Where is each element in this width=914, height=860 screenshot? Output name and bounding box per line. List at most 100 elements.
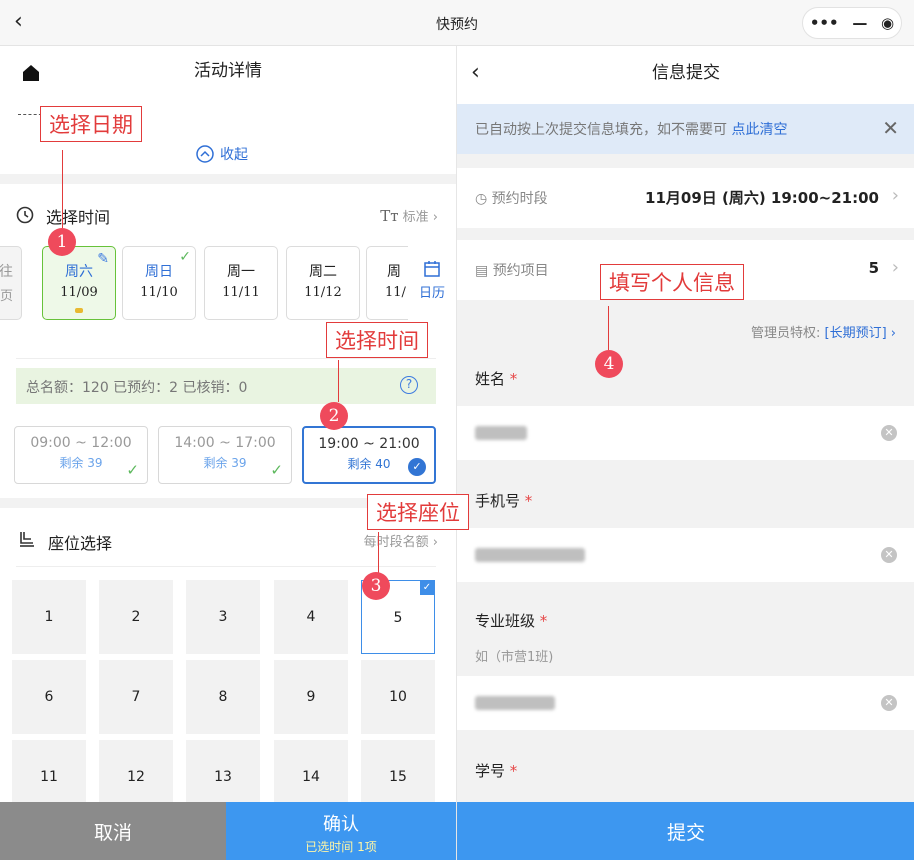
required-mark: * xyxy=(539,612,548,630)
label-text: 专业班级 xyxy=(475,612,536,630)
admin-privilege[interactable]: 管理员特权: [长期预订] › xyxy=(751,322,896,341)
required-mark: * xyxy=(524,492,533,510)
period-row[interactable]: ◷ 预约时段 11月09日 (周六) 19:00~21:00 › xyxy=(457,168,914,228)
submit-button[interactable]: 提交 xyxy=(457,802,914,860)
clear-link[interactable]: 点此清空 xyxy=(731,122,787,138)
seat-quota-link[interactable]: 每时段名额 › xyxy=(364,531,438,550)
slot-time: 19:00 ~ 21:00 xyxy=(318,436,420,452)
record-icon[interactable]: ◉ xyxy=(881,14,894,32)
annotation-line xyxy=(62,150,63,228)
clear-icon[interactable]: ✕ xyxy=(881,547,897,563)
collapse-button[interactable]: 收起 xyxy=(196,144,248,164)
check-icon: ✓ xyxy=(420,581,434,595)
seat-cell[interactable]: 2 xyxy=(99,580,173,654)
day-wed[interactable]: 周 11/ xyxy=(366,246,408,320)
check-icon: ✓ xyxy=(270,461,283,479)
confirm-sublabel: 已选时间 1项 xyxy=(305,840,377,854)
day-tue[interactable]: 周二 11/12 xyxy=(286,246,360,320)
confirm-button[interactable]: 确认 已选时间 1项 xyxy=(226,802,456,860)
stats-bar: 总名额：120 已预约：2 已核销：0 ? xyxy=(16,368,436,404)
annotation-step-3: 3 xyxy=(362,572,390,600)
font-size-toggle[interactable]: Tт 标准 › xyxy=(380,206,438,225)
annotation-select-time: 选择时间 xyxy=(326,322,428,358)
day-week: 周一 xyxy=(227,264,255,280)
class-field[interactable]: ✕ xyxy=(457,676,914,730)
activity-detail-panel: 活动详情 收起 选择时间 Tт 标准 › 往 页 周六 11/09 ✎ 周日 1… xyxy=(0,46,456,860)
notice-text: 已自动按上次提交信息填充，如不需要可 xyxy=(475,122,727,138)
clear-icon[interactable]: ✕ xyxy=(881,425,897,441)
student-id-label: 学号 * xyxy=(475,760,517,781)
seat-quota-label: 每时段名额 xyxy=(363,535,429,550)
page-title: 信息提交 xyxy=(652,63,720,83)
help-icon[interactable]: ? xyxy=(400,376,418,394)
annotation-select-date: 选择日期 xyxy=(40,106,142,142)
font-size-label: 标准 xyxy=(402,210,429,225)
day-sat[interactable]: 周六 11/09 ✎ xyxy=(42,246,116,320)
day-date: 11/ xyxy=(385,285,406,300)
phone-field[interactable]: ✕ xyxy=(457,528,914,582)
seat-cell[interactable]: 1 xyxy=(12,580,86,654)
seat-cell[interactable]: 8 xyxy=(186,660,260,734)
slot-afternoon[interactable]: 14:00 ~ 17:00 剩余 39 ✓ xyxy=(158,426,292,484)
slot-evening[interactable]: 19:00 ~ 21:00 剩余 40 ✓ xyxy=(302,426,436,484)
name-label: 姓名 * xyxy=(475,368,517,389)
day-week: 周二 xyxy=(309,264,337,280)
required-mark: * xyxy=(509,762,518,780)
items-label: 预约项目 xyxy=(492,263,549,279)
label-text: 学号 xyxy=(475,762,506,780)
chevron-right-icon: › xyxy=(890,326,896,341)
list-icon: ▤ xyxy=(475,263,489,279)
items-value: 5 xyxy=(868,259,879,277)
long-term-booking-link[interactable]: [长期预订] xyxy=(825,326,887,341)
window-title: 快预约 xyxy=(436,17,478,33)
blurred-value xyxy=(475,426,527,440)
minimize-icon[interactable]: — xyxy=(852,14,867,32)
day-sun[interactable]: 周日 11/10 ✓ xyxy=(122,246,196,320)
annotation-line xyxy=(608,306,609,350)
seat-cell[interactable]: 10 xyxy=(361,660,435,734)
annotation-line xyxy=(378,532,379,574)
close-icon[interactable]: ✕ xyxy=(882,116,899,140)
stats-text: 总名额：120 已预约：2 已核销：0 xyxy=(26,380,248,396)
text-size-icon: Tт xyxy=(380,207,399,225)
day-week: 周 xyxy=(387,264,401,280)
dot-icon xyxy=(75,308,83,313)
annotation-line xyxy=(338,360,339,402)
name-field[interactable]: ✕ xyxy=(457,406,914,460)
pencil-icon: ✎ xyxy=(97,251,109,267)
seat-cell[interactable]: 4 xyxy=(274,580,348,654)
confirm-label: 确认 xyxy=(323,814,359,835)
more-icon[interactable]: ••• xyxy=(810,14,839,32)
slot-morning[interactable]: 09:00 ~ 12:00 剩余 39 ✓ xyxy=(14,426,148,484)
seat-cell[interactable]: 7 xyxy=(99,660,173,734)
prev-page-day[interactable]: 往 页 xyxy=(0,246,22,320)
right-header: ‹ 信息提交 xyxy=(457,46,914,104)
seat-number: 5 xyxy=(393,610,403,626)
blurred-value xyxy=(475,548,585,562)
left-action-bar: 取消 确认 已选时间 1项 xyxy=(0,802,456,860)
phone-label: 手机号 * xyxy=(475,490,532,511)
divider xyxy=(16,566,436,567)
seat-cell[interactable]: 6 xyxy=(12,660,86,734)
day-date: 11/10 xyxy=(140,285,178,300)
annotation-step-2: 2 xyxy=(320,402,348,430)
divider xyxy=(16,358,436,359)
cancel-button[interactable]: 取消 xyxy=(0,802,226,860)
day-mon[interactable]: 周一 11/11 xyxy=(204,246,278,320)
check-circle-icon: ✓ xyxy=(408,458,426,476)
calendar-button[interactable]: 日历 xyxy=(408,246,456,320)
seat-cell[interactable]: 3 xyxy=(186,580,260,654)
annotation-step-1: 1 xyxy=(48,228,76,256)
seat-cell[interactable]: 9 xyxy=(274,660,348,734)
day-week: 往 xyxy=(0,264,13,280)
check-icon: ✓ xyxy=(179,249,191,265)
clear-icon[interactable]: ✕ xyxy=(881,695,897,711)
calendar-icon xyxy=(424,261,440,277)
admin-label: 管理员特权: xyxy=(750,326,821,341)
clock-icon: ◷ xyxy=(475,191,488,207)
collapse-label: 收起 xyxy=(220,147,248,163)
page-title: 活动详情 xyxy=(194,61,262,81)
day-date: 11/09 xyxy=(60,285,98,300)
capsule-menu: ••• — ◉ xyxy=(802,7,902,39)
seat-icon xyxy=(20,532,34,547)
